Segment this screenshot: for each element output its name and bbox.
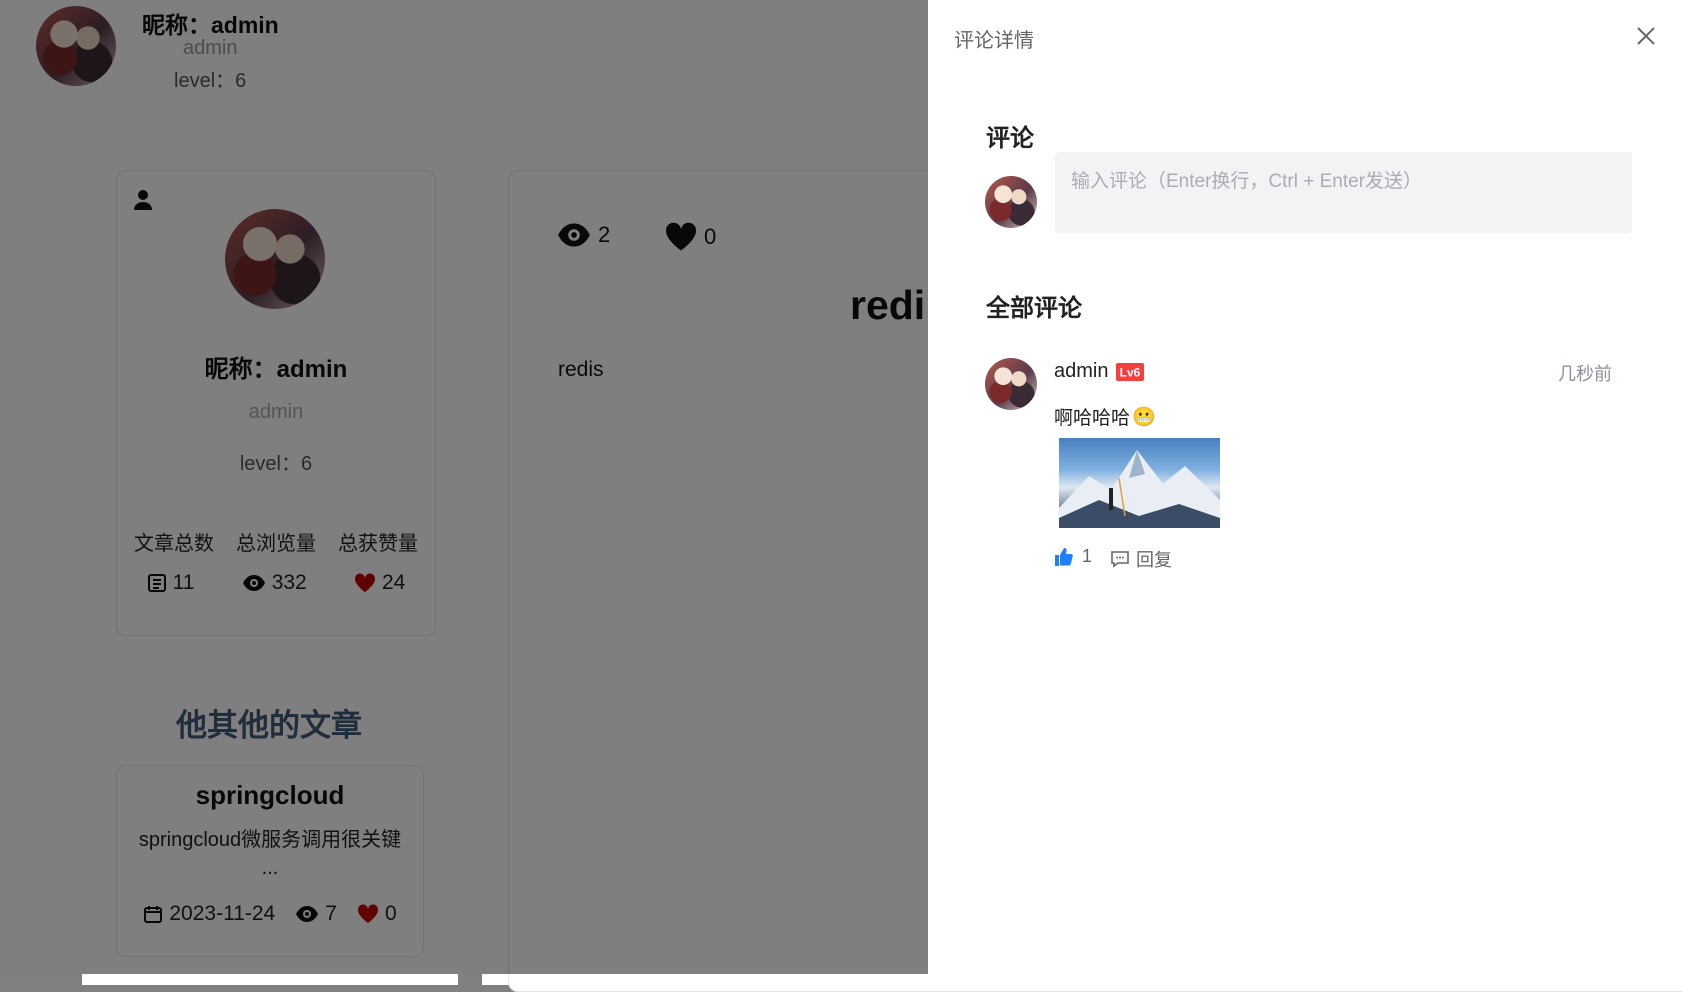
comment-like-count: 1: [1082, 546, 1093, 566]
level-badge-text: Lv6: [1120, 366, 1141, 380]
comment-drawer: 评论详情 评论 全部评论 admin Lv6 几秒前 啊哈哈哈 😬: [928, 0, 1682, 974]
comment-input[interactable]: [1055, 152, 1632, 233]
comment-avatar[interactable]: [985, 358, 1037, 410]
comment-reply-button[interactable]: 回复: [1110, 546, 1172, 572]
comment-text: 啊哈哈哈 😬: [1054, 403, 1156, 430]
comment-image[interactable]: [1059, 438, 1220, 528]
comment-author[interactable]: admin: [1054, 360, 1108, 383]
comment-like-button[interactable]: 1: [1054, 546, 1092, 567]
level-badge: Lv6: [1116, 363, 1144, 381]
comment-reply-label: 回复: [1136, 550, 1172, 570]
thumbs-up-icon: [1055, 547, 1073, 566]
grimace-emoji-icon: 😬: [1132, 406, 1156, 428]
comment-icon: [1111, 551, 1129, 568]
comment-text-body: 啊哈哈哈: [1054, 408, 1131, 429]
comment-heading: 评论: [986, 125, 1034, 152]
drawer-title: 评论详情: [954, 30, 1034, 52]
comment-time: 几秒前: [1558, 364, 1612, 384]
all-comments-heading: 全部评论: [986, 295, 1082, 322]
close-icon[interactable]: [1634, 24, 1658, 48]
avatar: [985, 176, 1037, 228]
